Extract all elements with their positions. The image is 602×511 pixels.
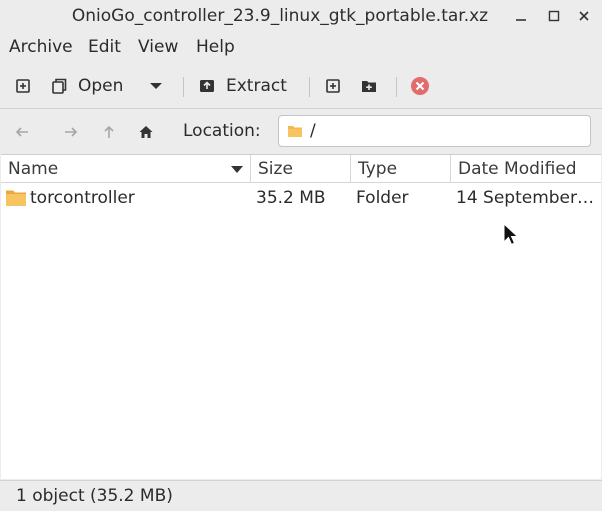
location-label: Location: (183, 121, 261, 141)
back-button[interactable] (10, 120, 34, 144)
open-label: Open (78, 76, 124, 96)
menu-bar: Archive Edit View Help (0, 34, 602, 62)
open-archive-icon (52, 78, 67, 94)
toolbar-separator (309, 77, 310, 97)
minimize-icon (516, 19, 526, 21)
status-text: 1 object (35.2 MB) (16, 486, 173, 506)
column-header-label: Size (258, 159, 293, 179)
add-folder-icon (362, 81, 376, 92)
archive-manager-window: OnioGo_controller_23.9_linux_gtk_portabl… (0, 0, 602, 511)
maximize-button[interactable] (543, 5, 565, 27)
menu-archive[interactable]: Archive (9, 37, 73, 57)
new-archive-button[interactable] (14, 68, 32, 104)
stop-button[interactable] (410, 68, 430, 104)
arrow-up-icon (104, 125, 114, 138)
add-files-button[interactable] (324, 68, 342, 104)
toolbar-separator (183, 77, 184, 97)
add-files-icon (326, 79, 340, 93)
column-header-date-modified[interactable]: Date Modified (451, 155, 601, 183)
menu-help[interactable]: Help (196, 37, 235, 57)
file-type: Folder (356, 188, 409, 208)
menu-edit[interactable]: Edit (88, 37, 121, 57)
mouse-pointer-icon (503, 223, 519, 246)
forward-button[interactable] (59, 120, 83, 144)
column-header-label: Name (8, 159, 59, 179)
add-folder-button[interactable] (360, 68, 378, 104)
home-icon (139, 126, 153, 138)
sort-descending-icon (231, 166, 243, 173)
arrow-right-icon (65, 127, 78, 137)
extract-icon (200, 80, 214, 92)
stop-icon (411, 77, 429, 95)
maximize-icon (548, 10, 560, 22)
column-header-name[interactable]: Name (1, 155, 251, 183)
column-header-type[interactable]: Type (351, 155, 451, 183)
file-name: torcontroller (30, 188, 135, 208)
extract-label: Extract (226, 76, 287, 96)
toolbar-divider (0, 108, 602, 109)
minimize-button[interactable] (510, 5, 532, 27)
status-bar: 1 object (35.2 MB) (0, 480, 602, 511)
close-window-button[interactable] (573, 5, 595, 27)
column-header-label: Type (358, 159, 398, 179)
title-bar: OnioGo_controller_23.9_linux_gtk_portabl… (0, 0, 602, 34)
open-button[interactable]: Open (50, 68, 123, 104)
location-bar: Location: / (0, 110, 602, 154)
arrow-left-icon (15, 127, 28, 137)
open-dropdown-button[interactable] (148, 68, 164, 104)
column-header-size[interactable]: Size (251, 155, 351, 183)
folder-icon (288, 126, 302, 137)
up-button[interactable] (97, 120, 121, 144)
toolbar: Open Extract (0, 66, 602, 106)
location-input[interactable]: / (278, 115, 591, 147)
column-header-row: Name Size Type Date Modified (1, 155, 601, 183)
toolbar-separator (396, 77, 397, 97)
file-list: Name Size Type Date Modified torcontroll… (1, 154, 601, 479)
location-value: / (310, 121, 316, 141)
menu-view[interactable]: View (138, 37, 178, 57)
table-row[interactable]: torcontroller 35.2 MB Folder 14 Septembe… (1, 184, 601, 212)
file-date-modified: 14 September… (456, 188, 595, 208)
column-header-label: Date Modified (458, 159, 577, 179)
chevron-down-icon (150, 83, 162, 89)
new-archive-icon (16, 79, 30, 93)
file-size: 35.2 MB (256, 188, 326, 208)
folder-icon (6, 190, 26, 206)
close-icon (579, 11, 589, 21)
window-title: OnioGo_controller_23.9_linux_gtk_portabl… (71, 6, 489, 26)
home-button[interactable] (134, 120, 158, 144)
extract-button[interactable]: Extract (198, 68, 287, 104)
